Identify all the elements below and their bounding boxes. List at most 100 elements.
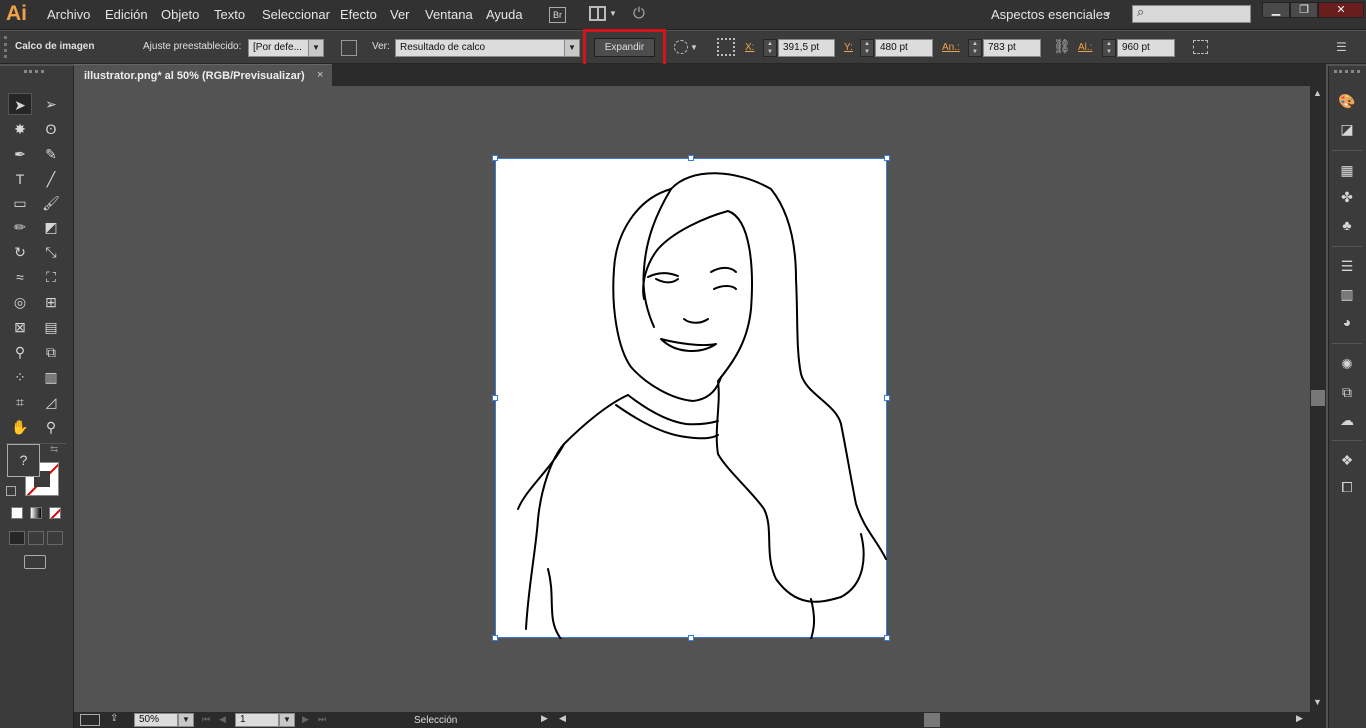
- direct-selection-tool-icon[interactable]: ➢: [39, 93, 63, 115]
- previous-artboard-icon[interactable]: ◀: [219, 714, 226, 725]
- symbols-icon[interactable]: ♣: [1338, 216, 1356, 234]
- panel-menu-icon[interactable]: ☰: [1336, 40, 1347, 54]
- bridge-icon[interactable]: Br: [549, 7, 566, 23]
- select-similar-icon[interactable]: [674, 40, 688, 54]
- artboard-navigator-icon[interactable]: [80, 714, 100, 726]
- chevron-down-icon[interactable]: ▼: [1104, 10, 1112, 19]
- chevron-down-icon[interactable]: ▼: [690, 43, 698, 52]
- mesh-tool-icon[interactable]: ⊠: [8, 316, 32, 338]
- width-stepper[interactable]: ▲ ▼: [968, 39, 982, 57]
- perspective-grid-tool-icon[interactable]: ⊞: [39, 291, 63, 313]
- scale-tool-icon[interactable]: ⤡: [39, 241, 63, 263]
- document-tab[interactable]: illustrator.png* al 50% (RGB/Previsualiz…: [74, 64, 332, 86]
- shape-builder-tool-icon[interactable]: ◎: [8, 291, 32, 313]
- menu-archivo[interactable]: Archivo: [47, 7, 90, 22]
- fill-color-swatch[interactable]: ?: [7, 444, 40, 477]
- screen-mode-icon[interactable]: [24, 555, 46, 569]
- draw-inside-icon[interactable]: [47, 531, 63, 545]
- none-mode-icon[interactable]: [49, 507, 61, 519]
- color-panel-icon[interactable]: 🎨: [1338, 92, 1356, 110]
- next-artboard-icon[interactable]: ▶: [302, 714, 309, 725]
- selection-tool-icon[interactable]: ➤: [8, 93, 32, 115]
- x-label[interactable]: X:: [745, 42, 754, 53]
- swatches-icon[interactable]: ▦: [1338, 161, 1356, 179]
- artboards-icon[interactable]: ⧠: [1338, 478, 1356, 496]
- stroke-panel-icon[interactable]: ☰: [1338, 257, 1356, 275]
- zoom-tool-icon[interactable]: ⚲: [39, 416, 63, 438]
- preset-select[interactable]: [Por defe...: [248, 39, 309, 57]
- draw-normal-icon[interactable]: [9, 531, 25, 545]
- menu-texto[interactable]: Texto: [214, 7, 245, 22]
- width-tool-icon[interactable]: ≈: [8, 266, 32, 288]
- swap-fill-stroke-icon[interactable]: ⇆: [50, 444, 58, 455]
- menu-edicion[interactable]: Edición: [105, 7, 148, 22]
- view-select[interactable]: Resultado de calco: [395, 39, 565, 57]
- libraries-icon[interactable]: ☁: [1338, 411, 1356, 429]
- pencil-tool-icon[interactable]: ✏: [8, 216, 32, 238]
- artboard-tool-icon[interactable]: ⌗: [8, 391, 32, 413]
- rectangle-tool-icon[interactable]: ▭: [8, 192, 32, 214]
- scroll-left-icon[interactable]: ◀: [559, 713, 566, 724]
- slice-tool-icon[interactable]: ◿: [39, 391, 63, 413]
- eyedropper-tool-icon[interactable]: ⚲: [8, 341, 32, 363]
- eraser-tool-icon[interactable]: ◩: [39, 216, 63, 238]
- layers-icon[interactable]: ❖: [1338, 451, 1356, 469]
- menu-objeto[interactable]: Objeto: [161, 7, 199, 22]
- width-field[interactable]: 783 pt: [983, 39, 1041, 57]
- reference-point-icon[interactable]: [717, 38, 735, 56]
- zoom-select[interactable]: 50%: [134, 713, 178, 727]
- column-graph-tool-icon[interactable]: ▥: [39, 366, 63, 388]
- menu-seleccionar[interactable]: Seleccionar: [262, 7, 330, 22]
- share-icon[interactable]: ⇪: [110, 713, 118, 724]
- y-field[interactable]: 480 pt: [875, 39, 933, 57]
- transform-icon[interactable]: [1193, 40, 1208, 54]
- free-transform-tool-icon[interactable]: ⛶: [39, 266, 63, 288]
- graphic-styles-icon[interactable]: ⧉: [1338, 383, 1356, 401]
- gradient-tool-icon[interactable]: ▤: [39, 316, 63, 338]
- width-label[interactable]: An.:: [942, 42, 960, 53]
- draw-behind-icon[interactable]: [28, 531, 44, 545]
- chevron-down-icon[interactable]: ▼: [178, 713, 194, 727]
- blend-tool-icon[interactable]: ⧉: [39, 341, 63, 363]
- gradient-mode-icon[interactable]: [30, 507, 42, 519]
- chevron-down-icon[interactable]: ▼: [279, 713, 295, 727]
- arrange-documents-icon[interactable]: [589, 6, 606, 21]
- paintbrush-tool-icon[interactable]: 🖌: [39, 192, 63, 214]
- last-artboard-icon[interactable]: ⏭: [318, 714, 326, 725]
- vertical-scroll-thumb[interactable]: [1311, 390, 1325, 406]
- hand-tool-icon[interactable]: ✋: [8, 416, 32, 438]
- sync-settings-icon[interactable]: ⏻: [633, 5, 645, 22]
- magic-wand-tool-icon[interactable]: ✸: [8, 118, 32, 140]
- menu-efecto[interactable]: Efecto: [340, 7, 377, 22]
- chevron-down-icon[interactable]: ▼: [308, 39, 324, 57]
- bounding-box-handle[interactable]: [492, 155, 498, 161]
- gradient-panel-icon[interactable]: ▥: [1338, 285, 1356, 303]
- workspace-switcher[interactable]: Aspectos esenciales: [991, 7, 1110, 22]
- restore-button[interactable]: ❐: [1290, 2, 1318, 18]
- chevron-down-icon[interactable]: ▼: [564, 39, 580, 57]
- y-stepper[interactable]: ▲ ▼: [860, 39, 874, 57]
- menu-ver[interactable]: Ver: [390, 7, 410, 22]
- scroll-up-icon[interactable]: ▲: [1313, 88, 1322, 98]
- default-colors-icon[interactable]: [6, 486, 16, 496]
- lasso-tool-icon[interactable]: ʘ: [39, 118, 63, 140]
- transparency-icon[interactable]: ◕: [1338, 313, 1356, 331]
- control-bar-grip[interactable]: [4, 36, 8, 58]
- artboard-number-field[interactable]: 1: [235, 713, 279, 727]
- height-label[interactable]: Al.:: [1078, 42, 1092, 53]
- rotate-tool-icon[interactable]: ↻: [8, 241, 32, 263]
- brushes-icon[interactable]: ✤: [1338, 188, 1356, 206]
- status-menu-icon[interactable]: ▶: [541, 713, 548, 724]
- height-field[interactable]: 960 pt: [1117, 39, 1175, 57]
- menu-ventana[interactable]: Ventana: [425, 7, 473, 22]
- color-guide-icon[interactable]: ◪: [1338, 120, 1356, 138]
- curvature-tool-icon[interactable]: ✎: [39, 143, 63, 165]
- bounding-box-handle[interactable]: [492, 395, 498, 401]
- scroll-right-icon[interactable]: ▶: [1296, 713, 1303, 724]
- menu-ayuda[interactable]: Ayuda: [486, 7, 523, 22]
- bounding-box-handle[interactable]: [884, 395, 890, 401]
- scroll-down-icon[interactable]: ▼: [1313, 697, 1322, 707]
- close-button[interactable]: ✕: [1318, 2, 1364, 18]
- tracing-panel-icon[interactable]: [341, 40, 357, 56]
- bounding-box-handle[interactable]: [884, 635, 890, 641]
